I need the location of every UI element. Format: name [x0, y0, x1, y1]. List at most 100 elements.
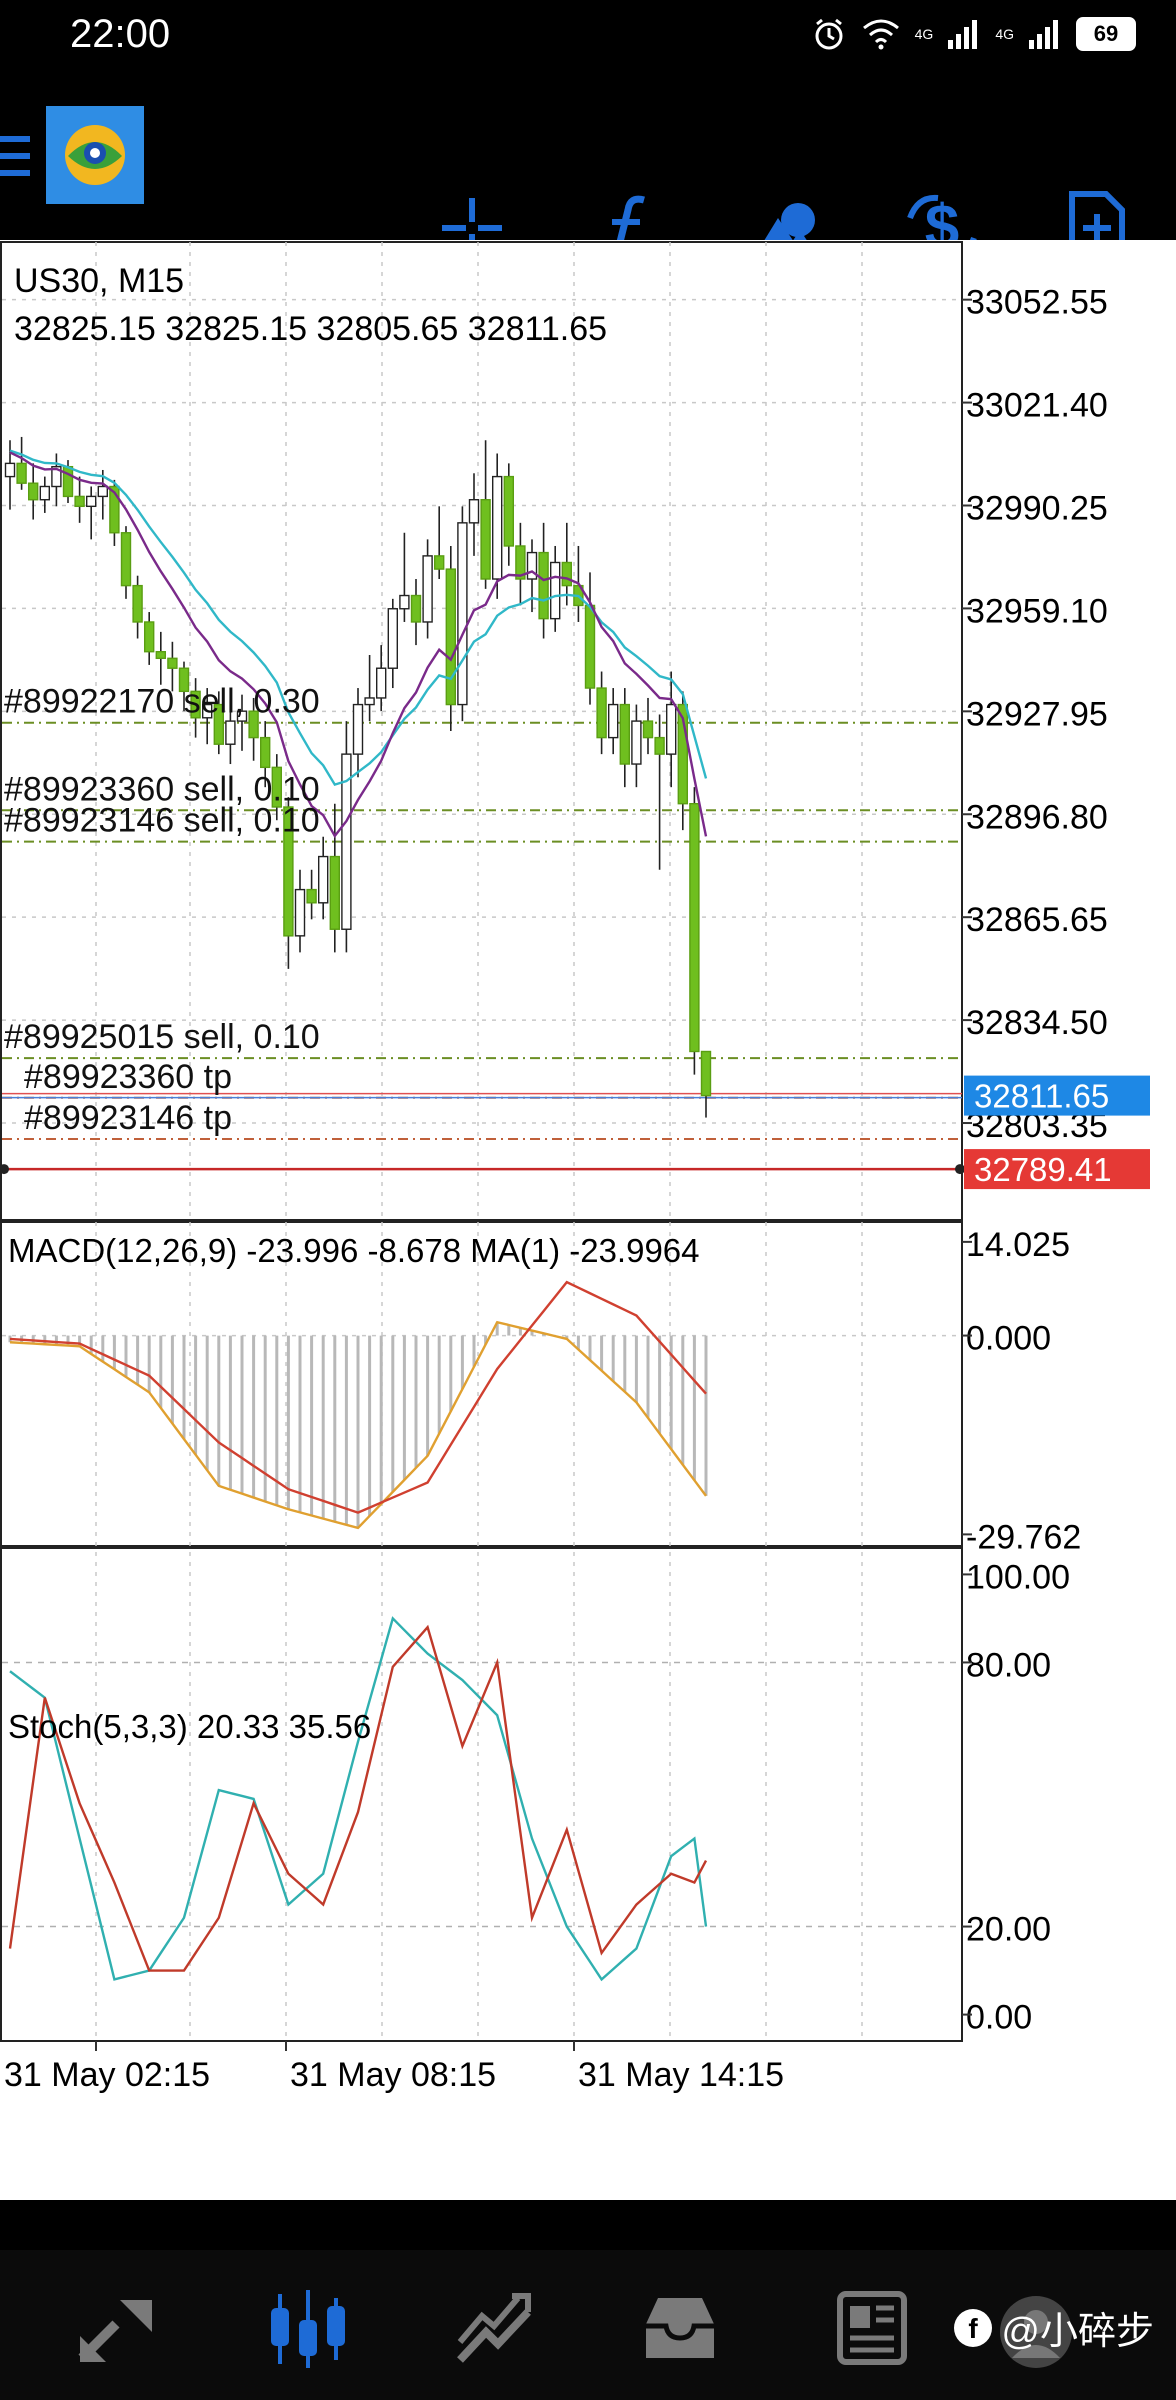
current-price-label: 32811.65 — [974, 1078, 1109, 1115]
candle-body — [39, 485, 50, 501]
candle-body — [225, 720, 236, 745]
alarm-icon — [815, 18, 843, 50]
signal-icon-2 — [1029, 20, 1058, 49]
order-label: #89923360 tp — [24, 1058, 232, 1096]
history-icon[interactable] — [642, 2294, 718, 2362]
candle-body — [631, 720, 642, 765]
status-time: 22:00 — [70, 12, 171, 56]
candle-body — [4, 462, 16, 478]
signal-icon — [948, 20, 978, 49]
alert-dot-left — [0, 1164, 9, 1175]
candle-body — [85, 495, 97, 508]
candle-body — [318, 855, 329, 904]
order-label: #89923146 sell, 0.10 — [4, 802, 320, 840]
top-toolbar: $ — [0, 72, 1176, 262]
price-axis-label: 33052.55 — [966, 284, 1108, 322]
candle-body — [260, 736, 271, 769]
stoch-axis-label: 100.00 — [966, 1558, 1070, 1596]
order-label: #89925015 sell, 0.10 — [4, 1018, 320, 1056]
candle-body — [550, 561, 561, 620]
candle-body — [410, 594, 422, 623]
price-axis-label: 32865.65 — [966, 901, 1108, 939]
candle-body — [143, 621, 155, 653]
order-label: #89922170 sell, 0.30 — [4, 683, 320, 721]
trade-nav-icon[interactable] — [456, 2292, 532, 2364]
status-icons: 4G 4G 69 — [811, 16, 1136, 52]
candle-body — [608, 703, 619, 739]
network-type-1: 4G — [914, 26, 934, 42]
stoch-axis-label: 0.00 — [966, 1999, 1032, 2037]
candle-body — [329, 855, 340, 930]
price-axis-label: 32927.95 — [966, 695, 1108, 733]
quotes-icon[interactable] — [76, 2296, 156, 2364]
candle-body — [97, 485, 109, 498]
candle-body — [538, 551, 549, 620]
candle-body — [619, 703, 630, 765]
candle-body — [28, 482, 39, 501]
candle-body — [503, 475, 514, 547]
macd-axis-label: 0.000 — [966, 1320, 1051, 1358]
candle-body — [62, 465, 74, 498]
candle-body — [561, 561, 572, 587]
macd-frame — [0, 1221, 963, 1547]
price-axis-label: 32959.10 — [966, 592, 1108, 630]
time-axis-label: 31 May 02:15 — [4, 2056, 210, 2094]
macd-label: MACD(12,26,9) -23.996 -8.678 MA(1) -23.9… — [8, 1232, 700, 1269]
candle-body — [167, 657, 178, 669]
candle-body — [364, 697, 375, 706]
candle-body — [352, 703, 364, 755]
battery-icon: 69 — [1076, 17, 1136, 51]
candle-body — [457, 522, 468, 706]
candle-body — [155, 651, 167, 660]
candle-body — [306, 888, 317, 904]
candle-body — [689, 802, 700, 1053]
watermark-text: @小碎步 — [1001, 2311, 1154, 2353]
candle-body — [422, 555, 433, 623]
candle-body — [666, 703, 677, 755]
candle-body — [654, 736, 665, 755]
battery-level: 69 — [1093, 21, 1119, 46]
candle-body — [132, 584, 143, 623]
time-axis-label: 31 May 08:15 — [290, 2056, 496, 2094]
candle-body — [434, 555, 445, 570]
macd-axis-label: -29.762 — [966, 1518, 1081, 1556]
candle-body — [294, 888, 306, 937]
wifi-icon — [862, 19, 899, 50]
candle-body — [584, 604, 596, 689]
symbol-timeframe: US30, M15 — [14, 262, 184, 300]
chart-icon[interactable] — [268, 2288, 348, 2370]
price-axis-label: 33021.40 — [966, 387, 1108, 425]
chart-area[interactable]: 33052.55 33021.40 32990.25 32959.10 32927.95… — [0, 240, 1176, 2200]
svg-text:f: f — [969, 2313, 979, 2344]
ohlc-values: 32825.15 32825.15 32805.65 32811.65 — [14, 310, 607, 348]
price-axis-label: 32834.50 — [966, 1004, 1108, 1042]
chart-svg[interactable]: 33052.55 33021.40 32990.25 32959.10 32927.95… — [0, 240, 1176, 2200]
candle-body — [596, 687, 607, 739]
stoch-label: Stoch(5,3,3) 20.33 35.56 — [8, 1708, 371, 1745]
stoch-main-line — [9, 1616, 708, 1982]
candle-body — [399, 594, 410, 610]
candle-body — [492, 475, 503, 580]
candle-body — [445, 568, 456, 706]
news-icon[interactable] — [834, 2290, 910, 2366]
macd-axis-label: 14.025 — [966, 1226, 1070, 1264]
stoch-axis-label: 20.00 — [966, 1911, 1051, 1949]
watermark: f @小碎步 — [953, 2300, 1154, 2355]
price-axis-label: 32990.25 — [966, 489, 1108, 527]
price-axis-label: 32896.80 — [966, 798, 1108, 836]
menu-icon[interactable] — [0, 134, 30, 178]
candle-body — [700, 1050, 712, 1097]
candle-body — [480, 499, 491, 580]
alert-dot-right — [955, 1164, 965, 1175]
candle-body — [387, 608, 398, 669]
candle-body — [376, 667, 387, 699]
order-label: #89923146 tp — [24, 1099, 232, 1137]
network-type-2: 4G — [995, 26, 1014, 42]
stoch-axis-label: 80.00 — [966, 1646, 1051, 1684]
candle-body — [468, 499, 480, 524]
stoch-frame — [0, 1547, 963, 2042]
time-axis-label: 31 May 14:15 — [578, 2056, 784, 2094]
watermark-logo-icon: f — [954, 2308, 993, 2347]
candle-body — [120, 532, 132, 587]
candle-body — [74, 495, 85, 508]
